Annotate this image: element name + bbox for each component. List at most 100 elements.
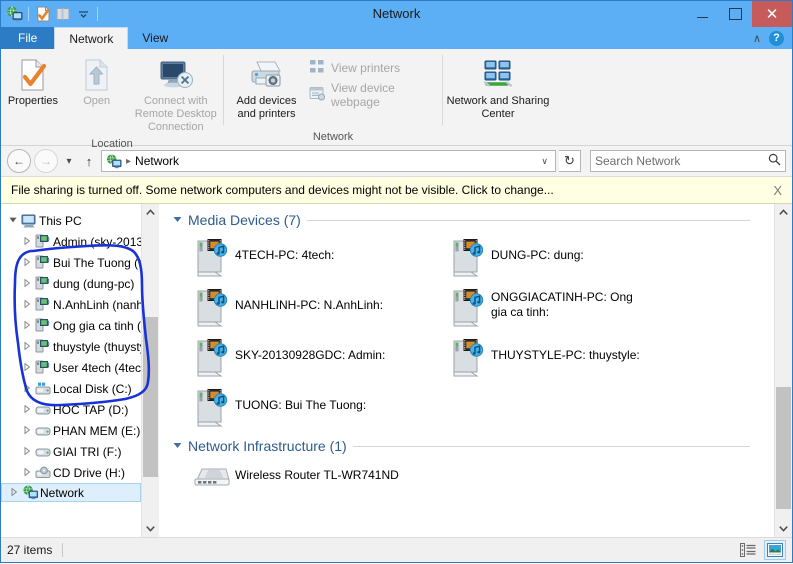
tree-item-dung-dung-pc[interactable]: dung (dung-pc): [1, 273, 141, 294]
file-sharing-notification[interactable]: File sharing is turned off. Some network…: [1, 177, 792, 204]
media-device-icon: [189, 386, 235, 428]
list-item-label: TUONG: Bui The Tuong:: [235, 398, 367, 412]
open-button[interactable]: Open: [65, 55, 129, 110]
connect-remote-desktop-button[interactable]: Connect with Remote Desktop Connection: [129, 55, 223, 136]
refresh-button[interactable]: ↻: [559, 150, 581, 172]
search-input[interactable]: Search Network: [590, 150, 786, 172]
group-header[interactable]: Media Devices (7): [173, 212, 774, 228]
view-device-webpage-button[interactable]: View device webpage: [309, 81, 442, 109]
expander-closed-icon[interactable]: [23, 278, 35, 289]
help-icon[interactable]: ?: [769, 30, 784, 46]
network-globe-icon[interactable]: [5, 5, 23, 23]
list-item-label: THUYSTYLE-PC: thuystyle:: [491, 348, 640, 362]
notification-close-icon[interactable]: X: [773, 183, 782, 198]
tree-item-label: Local Disk (C:): [53, 381, 132, 396]
window-controls: ✕: [686, 1, 792, 27]
large-icons-view-icon[interactable]: [764, 540, 786, 560]
list-item[interactable]: ONGGIACATINH-PC: Ong gia ca tinh:: [429, 282, 685, 332]
tree-item-phan-mem-e[interactable]: PHAN MEM (E:): [1, 420, 141, 441]
shared-computer-icon: [35, 360, 53, 375]
properties-button[interactable]: Properties: [1, 55, 65, 110]
media-device-icon: [445, 236, 491, 278]
view-mode-buttons: [738, 540, 786, 560]
tree-item-label: Admin (sky-20130: [53, 234, 141, 249]
content-scroll-thumb[interactable]: [776, 387, 791, 509]
tab-network[interactable]: Network: [54, 27, 129, 49]
add-devices-printers-button[interactable]: Add devices and printers: [224, 55, 309, 123]
tab-view[interactable]: View: [128, 27, 182, 49]
expander-closed-icon[interactable]: [23, 299, 35, 310]
list-item[interactable]: THUYSTYLE-PC: thuystyle:: [429, 332, 685, 382]
list-item-label: Wireless Router TL-WR741ND: [235, 468, 399, 482]
group-rule: [306, 219, 750, 221]
network-sharing-center-button[interactable]: Network and Sharing Center: [444, 55, 552, 123]
nav-scroll-track[interactable]: [142, 221, 159, 520]
status-separator: [62, 543, 64, 557]
minimize-button[interactable]: [686, 1, 719, 27]
ribbon: Properties Open Connect with Remote Desk…: [1, 49, 792, 150]
ribbon-group-network-label: Network: [312, 131, 354, 143]
forward-button[interactable]: →: [34, 149, 58, 173]
breadcrumb-network[interactable]: Network: [135, 154, 179, 168]
tree-item-n-anhlinh-nanh[interactable]: N.AnhLinh (nanh: [1, 294, 141, 315]
media-device-icon: [189, 286, 235, 328]
list-item[interactable]: NANHLINH-PC: N.AnhLinh:: [173, 282, 429, 332]
expander-closed-icon[interactable]: [23, 467, 35, 478]
breadcrumb[interactable]: ▸ Network ∨: [101, 150, 556, 172]
recent-locations-icon[interactable]: ▾: [61, 156, 77, 167]
breadcrumb-dropdown-icon[interactable]: ∨: [541, 156, 551, 167]
expander-closed-icon[interactable]: [23, 320, 35, 331]
tab-file[interactable]: File: [1, 27, 55, 49]
tree-item-user-4tech-4tech[interactable]: User 4tech (4tech: [1, 357, 141, 378]
group-header[interactable]: Network Infrastructure (1): [173, 438, 774, 454]
back-button[interactable]: ←: [7, 149, 31, 173]
tree-item-cd-drive-h[interactable]: CD Drive (H:): [1, 462, 141, 483]
properties-icon[interactable]: [34, 5, 52, 23]
tree-item-this-pc[interactable]: This PC: [1, 210, 141, 231]
nav-scroll-thumb[interactable]: [143, 317, 158, 477]
expander-closed-icon[interactable]: [23, 362, 35, 373]
list-item[interactable]: Wireless Router TL-WR741ND: [173, 458, 473, 508]
details-view-icon[interactable]: [738, 541, 758, 559]
expander-closed-icon[interactable]: [23, 257, 35, 268]
tree-item-network[interactable]: Network: [1, 483, 141, 502]
content-scroll-up-icon[interactable]: [775, 204, 792, 221]
content-scroll-down-icon[interactable]: [775, 520, 792, 537]
expander-closed-icon[interactable]: [23, 341, 35, 352]
nav-scroll-up-icon[interactable]: [142, 204, 159, 221]
expander-closed-icon[interactable]: [10, 487, 22, 498]
view-printers-button[interactable]: View printers: [309, 59, 442, 77]
list-item[interactable]: DUNG-PC: dung:: [429, 232, 685, 282]
expander-closed-icon[interactable]: [23, 446, 35, 457]
tree-item-bui-the-tuong-tu[interactable]: Bui The Tuong (tu: [1, 252, 141, 273]
group-collapse-icon[interactable]: [173, 215, 182, 226]
tree-item-ong-gia-ca-tinh-o[interactable]: Ong gia ca tinh (o: [1, 315, 141, 336]
expander-closed-icon[interactable]: [23, 236, 35, 247]
open-arrow-icon: [83, 57, 111, 93]
tree-item-thuystyle-thuysty[interactable]: thuystyle (thuysty: [1, 336, 141, 357]
group-collapse-icon[interactable]: [173, 441, 182, 452]
item-count: 27 items: [7, 543, 53, 557]
expander-closed-icon[interactable]: [23, 425, 35, 436]
collapse-ribbon-icon[interactable]: ∧: [753, 32, 761, 45]
content-scroll-track[interactable]: [775, 221, 792, 520]
tree-item-admin-sky-20130[interactable]: Admin (sky-20130: [1, 231, 141, 252]
content-scrollbar[interactable]: [774, 204, 792, 537]
maximize-button[interactable]: [719, 1, 752, 27]
list-item[interactable]: TUONG: Bui The Tuong:: [173, 382, 429, 432]
tree-item-giai-tri-f[interactable]: GIAI TRI (F:): [1, 441, 141, 462]
list-item[interactable]: 4TECH-PC: 4tech:: [173, 232, 429, 282]
close-button[interactable]: ✕: [752, 1, 792, 27]
expander-closed-icon[interactable]: [23, 383, 35, 394]
nav-scroll-down-icon[interactable]: [142, 520, 159, 537]
expander-closed-icon[interactable]: [23, 404, 35, 415]
list-item[interactable]: SKY-20130928GDC: Admin:: [173, 332, 429, 382]
navigation-scrollbar[interactable]: [141, 204, 159, 537]
list-item-label: ONGGIACATINH-PC: Ong gia ca tinh:: [491, 290, 633, 319]
expander-open-icon[interactable]: [9, 216, 21, 226]
up-button[interactable]: ↑: [80, 154, 98, 169]
tree-item-hoc-tap-d[interactable]: HOC TAP (D:): [1, 399, 141, 420]
qat-dropdown-icon[interactable]: [74, 5, 92, 23]
folder-icon[interactable]: [54, 5, 72, 23]
tree-item-local-disk-c[interactable]: Local Disk (C:): [1, 378, 141, 399]
